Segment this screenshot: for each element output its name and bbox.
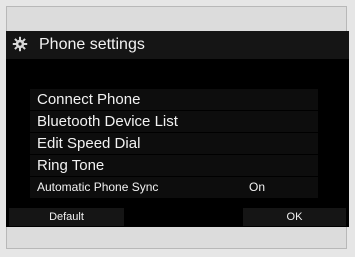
menu-item-label: Ring Tone [37,157,105,174]
ok-button[interactable]: OK [243,208,346,226]
setting-value: On [249,180,266,194]
settings-menu: Connect Phone Bluetooth Device List Edit… [30,89,318,199]
menu-item-ring-tone[interactable]: Ring Tone [30,155,318,176]
menu-item-label: Connect Phone [37,91,141,108]
menu-item-automatic-phone-sync[interactable]: Automatic Phone Sync On [30,177,318,198]
menu-item-connect-phone[interactable]: Connect Phone [30,89,318,110]
menu-item-label: Edit Speed Dial [37,135,141,152]
menu-item-edit-speed-dial[interactable]: Edit Speed Dial [30,133,318,154]
title-bar: Phone settings [6,31,349,59]
menu-item-label: Bluetooth Device List [37,113,178,130]
menu-item-bluetooth-device-list[interactable]: Bluetooth Device List [30,111,318,132]
phone-settings-screen: Phone settings Connect Phone Bluetooth D… [6,31,349,227]
softkey-bar: Default OK [6,208,349,227]
gear-icon [12,36,28,52]
page-title: Phone settings [39,36,145,53]
menu-item-label: Automatic Phone Sync [37,180,159,194]
default-button[interactable]: Default [9,208,124,226]
